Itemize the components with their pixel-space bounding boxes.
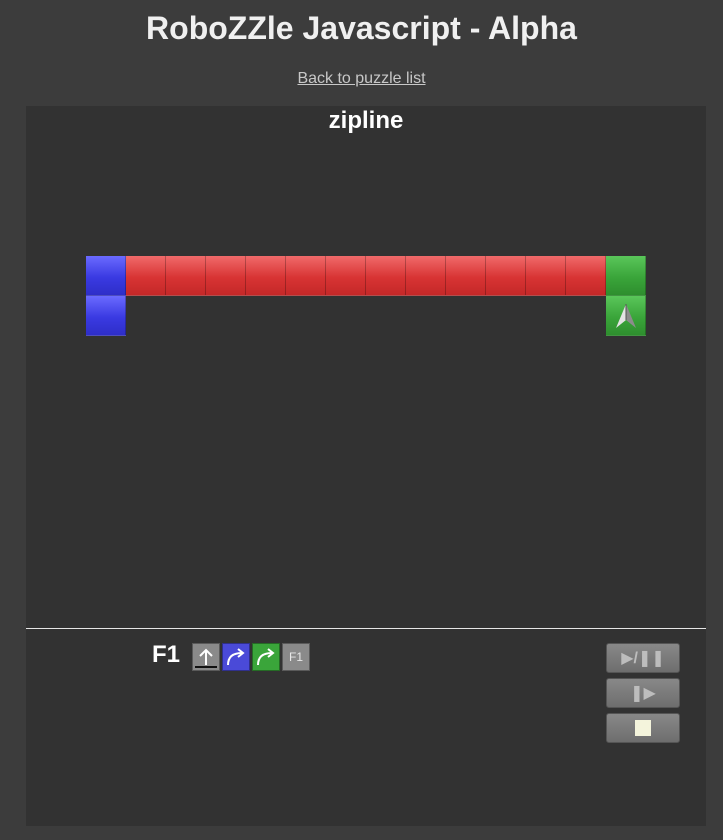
tile-green <box>606 296 646 336</box>
tile-red <box>246 256 286 296</box>
back-to-puzzle-list-link[interactable]: Back to puzzle list <box>297 70 425 87</box>
tile-red <box>486 256 526 296</box>
tile-red <box>446 256 486 296</box>
page-title: RoboZZle Javascript - Alpha <box>146 10 577 46</box>
program-slot-2[interactable] <box>222 643 250 671</box>
back-link-container: Back to puzzle list <box>0 70 723 88</box>
function-label: F1 <box>152 641 181 668</box>
stop-button[interactable] <box>606 713 680 743</box>
bottom-strip <box>0 826 723 840</box>
program-slot-1[interactable] <box>192 643 220 671</box>
tile-green <box>606 256 646 296</box>
tile-red <box>406 256 446 296</box>
turn-right-icon <box>227 648 245 666</box>
turn-right-icon <box>257 648 275 666</box>
board-panel: zipline <box>26 106 706 628</box>
tile-blue <box>86 256 126 296</box>
tile-red <box>166 256 206 296</box>
play-pause-button[interactable]: ▶/❚❚ <box>606 643 680 673</box>
tile-red <box>566 256 606 296</box>
call-f1-label: F1 <box>288 650 303 664</box>
tile-red <box>286 256 326 296</box>
tile-red <box>206 256 246 296</box>
tile-red <box>126 256 166 296</box>
board-grid <box>26 106 706 628</box>
stop-icon <box>635 720 651 736</box>
program-panel: F1 F1 ▶/❚❚ ❚▶ <box>26 629 706 826</box>
tile-red <box>366 256 406 296</box>
program-slot-4[interactable]: F1 <box>282 643 310 671</box>
forward-icon <box>195 648 217 668</box>
puzzle-name: zipline <box>328 107 404 134</box>
tile-blue <box>86 296 126 336</box>
robot-arrow-icon <box>616 304 636 328</box>
tile-red <box>526 256 566 296</box>
tile-red <box>326 256 366 296</box>
program-slot-3[interactable] <box>252 643 280 671</box>
step-button[interactable]: ❚▶ <box>606 678 680 708</box>
